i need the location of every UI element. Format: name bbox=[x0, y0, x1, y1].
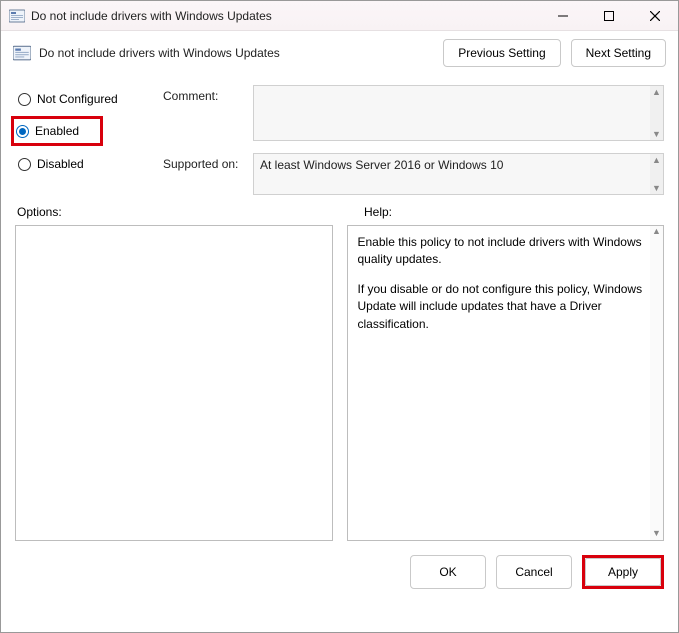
options-pane bbox=[15, 225, 333, 541]
scroll-down-icon[interactable]: ▼ bbox=[650, 182, 663, 194]
scrollbar[interactable]: ▲ ▼ bbox=[650, 86, 663, 140]
scroll-down-icon[interactable]: ▼ bbox=[650, 528, 663, 540]
radio-icon[interactable] bbox=[18, 158, 31, 171]
radio-label: Enabled bbox=[35, 124, 79, 138]
comment-label: Comment: bbox=[163, 85, 243, 141]
radio-icon[interactable] bbox=[16, 125, 29, 138]
highlight-apply: Apply bbox=[582, 555, 664, 589]
maximize-button[interactable] bbox=[586, 1, 632, 31]
supported-on-wrap: ▲ ▼ bbox=[253, 153, 664, 195]
help-paragraph: Enable this policy to not include driver… bbox=[358, 234, 654, 269]
minimize-button[interactable] bbox=[540, 1, 586, 31]
header: Do not include drivers with Windows Upda… bbox=[1, 31, 678, 71]
supported-on-field bbox=[254, 154, 649, 194]
cancel-button[interactable]: Cancel bbox=[496, 555, 572, 589]
help-text: Enable this policy to not include driver… bbox=[358, 234, 654, 333]
ok-button[interactable]: OK bbox=[410, 555, 486, 589]
footer: OK Cancel Apply bbox=[1, 541, 678, 595]
radio-icon[interactable] bbox=[18, 93, 31, 106]
highlight-enabled: Enabled bbox=[11, 116, 103, 146]
policy-icon bbox=[9, 8, 25, 24]
state-column: Not Configured Enabled Disabled bbox=[15, 79, 145, 195]
window-title: Do not include drivers with Windows Upda… bbox=[31, 9, 540, 23]
scroll-down-icon[interactable]: ▼ bbox=[650, 128, 663, 140]
radio-not-configured[interactable]: Not Configured bbox=[15, 87, 145, 111]
scroll-up-icon[interactable]: ▲ bbox=[650, 86, 663, 98]
supported-on-label: Supported on: bbox=[163, 153, 243, 195]
scrollbar[interactable]: ▲ ▼ bbox=[650, 154, 663, 194]
comment-field[interactable] bbox=[254, 86, 649, 140]
help-paragraph: If you disable or do not configure this … bbox=[358, 281, 654, 333]
radio-label: Disabled bbox=[37, 157, 84, 171]
close-button[interactable] bbox=[632, 1, 678, 31]
help-label: Help: bbox=[364, 205, 392, 219]
radio-disabled[interactable]: Disabled bbox=[15, 152, 145, 176]
options-label: Options: bbox=[17, 205, 352, 219]
previous-setting-button[interactable]: Previous Setting bbox=[443, 39, 560, 67]
apply-button[interactable]: Apply bbox=[585, 558, 661, 586]
scroll-up-icon[interactable]: ▲ bbox=[650, 154, 663, 166]
scroll-up-icon[interactable]: ▲ bbox=[650, 226, 663, 238]
titlebar: Do not include drivers with Windows Upda… bbox=[1, 1, 678, 31]
next-setting-button[interactable]: Next Setting bbox=[571, 39, 666, 67]
policy-title: Do not include drivers with Windows Upda… bbox=[39, 46, 443, 60]
scrollbar[interactable]: ▲ ▼ bbox=[650, 226, 663, 540]
comment-field-wrap: ▲ ▼ bbox=[253, 85, 664, 141]
radio-enabled[interactable]: Enabled bbox=[16, 122, 94, 140]
help-pane: Enable this policy to not include driver… bbox=[347, 225, 665, 541]
policy-icon bbox=[13, 44, 31, 62]
radio-label: Not Configured bbox=[37, 92, 118, 106]
